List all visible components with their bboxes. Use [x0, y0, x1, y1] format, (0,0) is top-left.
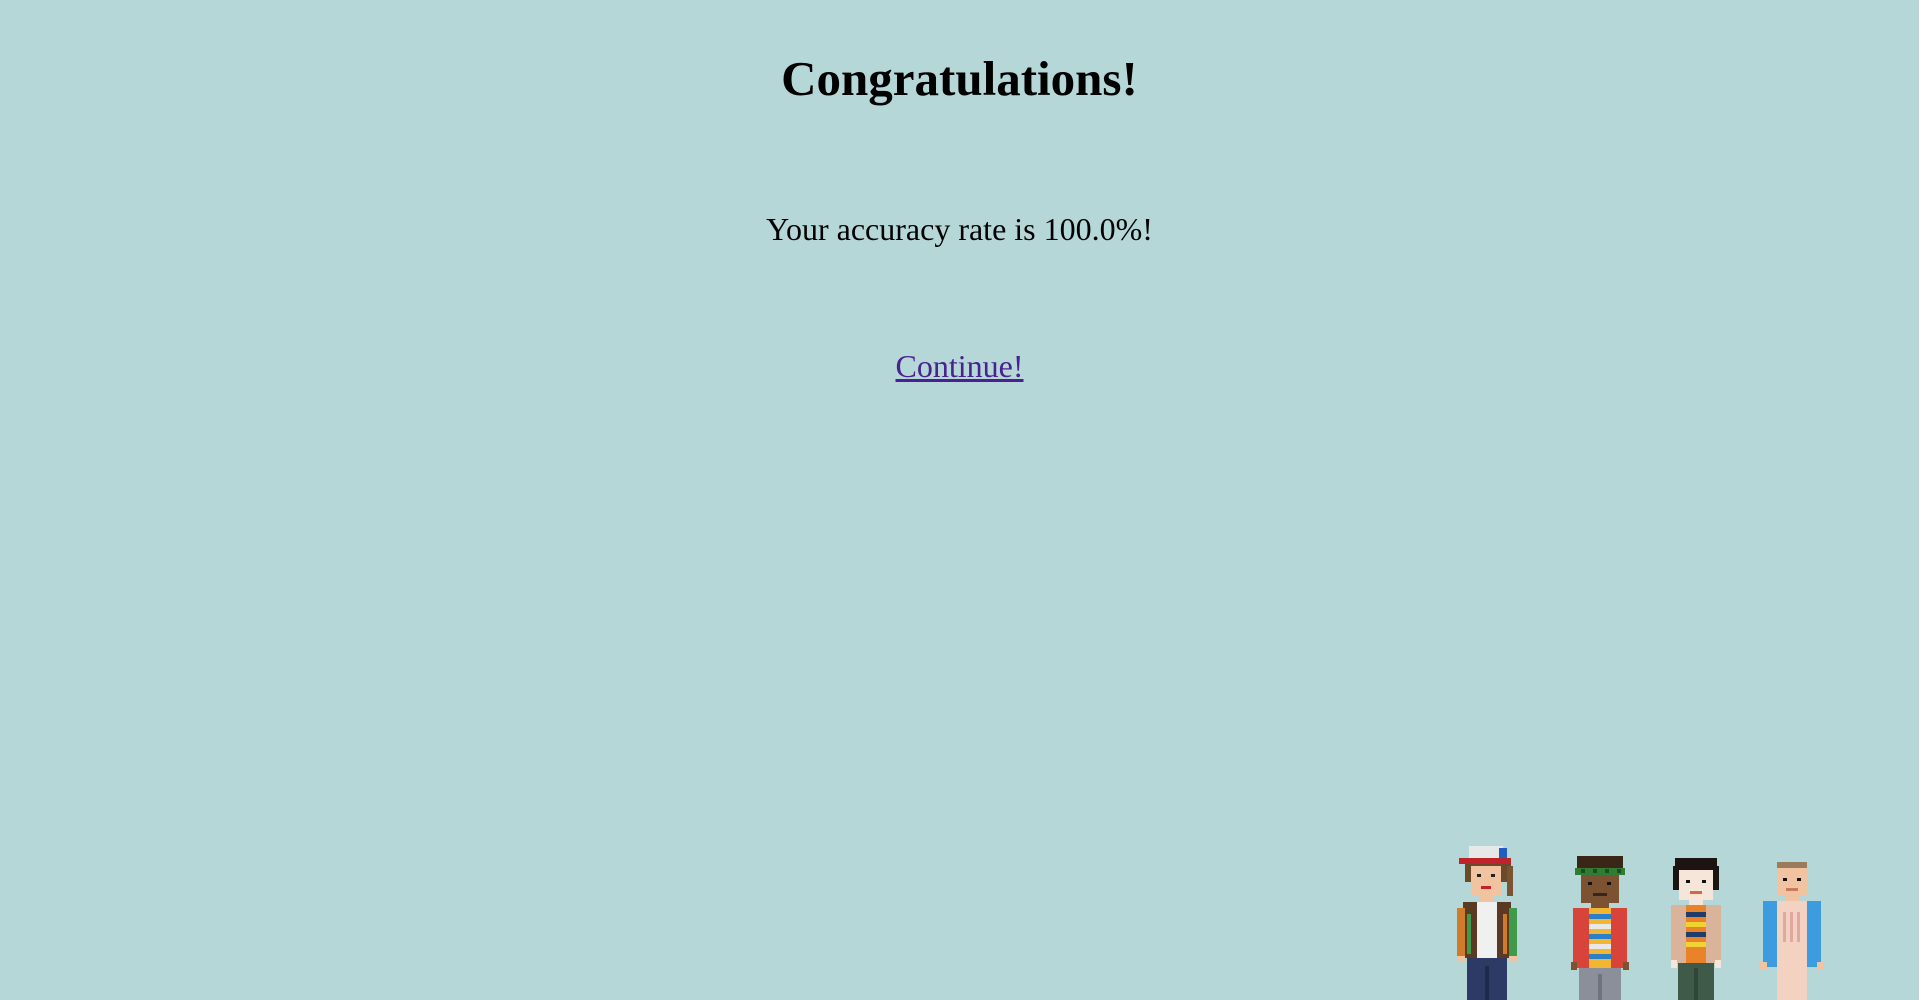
page-title: Congratulations!: [781, 51, 1138, 106]
pink-dress-kid-character: [1759, 862, 1823, 1000]
dark-hair-kid-character: [1671, 858, 1721, 1000]
accuracy-message: Your accuracy rate is 100.0%!: [766, 211, 1153, 247]
continue-link[interactable]: Continue!: [896, 348, 1024, 384]
headband-kid-character: [1571, 854, 1629, 1000]
continue-container: Continue!: [0, 347, 1919, 385]
cap-kid-character: [1455, 842, 1519, 1000]
pixel-characters: [1455, 840, 1835, 1000]
congratulations-page: Congratulations! Your accuracy rate is 1…: [0, 0, 1919, 1000]
